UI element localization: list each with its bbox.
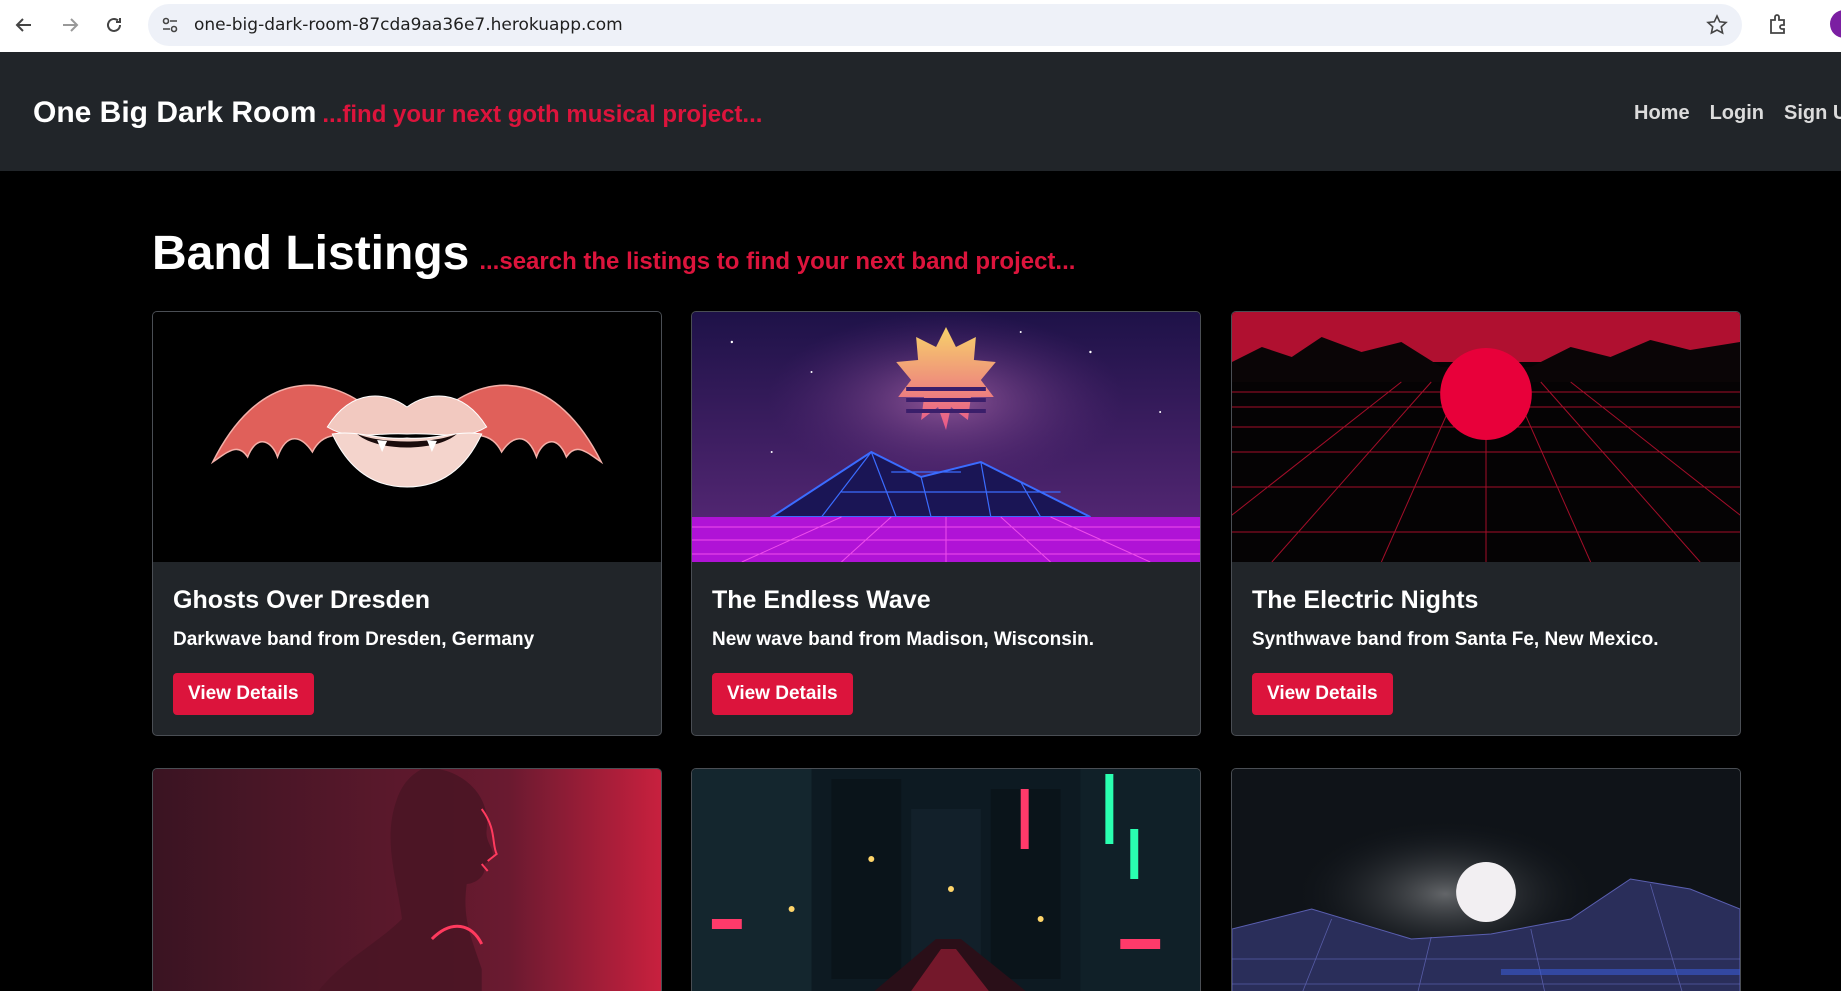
site-navbar: One Big Dark Room ...find your next goth … — [0, 52, 1841, 171]
band-title: The Electric Nights — [1252, 586, 1479, 614]
nav-home[interactable]: Home — [1634, 102, 1690, 125]
brand-tagline: ...find your next goth musical project..… — [322, 101, 763, 128]
back-arrow-icon[interactable] — [9, 10, 39, 40]
band-image-synthwave-mountains — [692, 312, 1200, 562]
nav-login[interactable]: Login — [1710, 102, 1764, 125]
band-image-woman-portrait — [153, 769, 661, 991]
brand-name: One Big Dark Room — [33, 96, 317, 129]
view-details-button[interactable]: View Details — [173, 673, 314, 715]
page-title: Band Listings — [152, 227, 470, 280]
extensions-puzzle-icon[interactable] — [1766, 11, 1792, 37]
brand[interactable]: One Big Dark Room ...find your next goth … — [33, 96, 762, 130]
page-heading: Band Listings ...search the listings to f… — [152, 226, 1075, 281]
reload-icon[interactable] — [99, 10, 129, 40]
forward-arrow-icon[interactable] — [55, 10, 85, 40]
profile-avatar[interactable] — [1830, 10, 1841, 38]
browser-toolbar: one-big-dark-room-87cda9aa36e7.herokuapp… — [0, 0, 1841, 52]
bookmark-star-icon[interactable] — [1706, 14, 1728, 36]
band-card — [1231, 768, 1741, 991]
band-card — [152, 768, 662, 991]
nav-sign-up[interactable]: Sign U — [1784, 102, 1841, 125]
band-title: The Endless Wave — [712, 586, 931, 614]
band-image-winged-lips — [153, 312, 661, 562]
view-details-button[interactable]: View Details — [1252, 673, 1393, 715]
band-image-red-sun-grid — [1232, 312, 1740, 562]
url-text: one-big-dark-room-87cda9aa36e7.herokuapp… — [194, 15, 623, 35]
band-description: Synthwave band from Santa Fe, New Mexico… — [1252, 629, 1659, 650]
band-description: New wave band from Madison, Wisconsin. — [712, 629, 1095, 650]
band-card: The Endless Wave New wave band from Madi… — [691, 311, 1201, 736]
nav-links: Home Login Sign U — [1634, 102, 1841, 125]
band-image-neon-city-street — [692, 769, 1200, 991]
view-details-button[interactable]: View Details — [712, 673, 853, 715]
band-card: The Electric Nights Synthwave band from … — [1231, 311, 1741, 736]
page-subtitle: ...search the listings to find your next… — [479, 248, 1076, 275]
band-title: Ghosts Over Dresden — [173, 586, 431, 614]
band-description: Darkwave band from Dresden, Germany — [173, 629, 535, 650]
band-card: Ghosts Over Dresden Darkwave band from D… — [152, 311, 662, 736]
address-bar[interactable]: one-big-dark-room-87cda9aa36e7.herokuapp… — [148, 4, 1742, 46]
band-card — [691, 768, 1201, 991]
site-settings-icon[interactable] — [160, 15, 180, 35]
band-image-moon-over-wireframe — [1232, 769, 1740, 991]
